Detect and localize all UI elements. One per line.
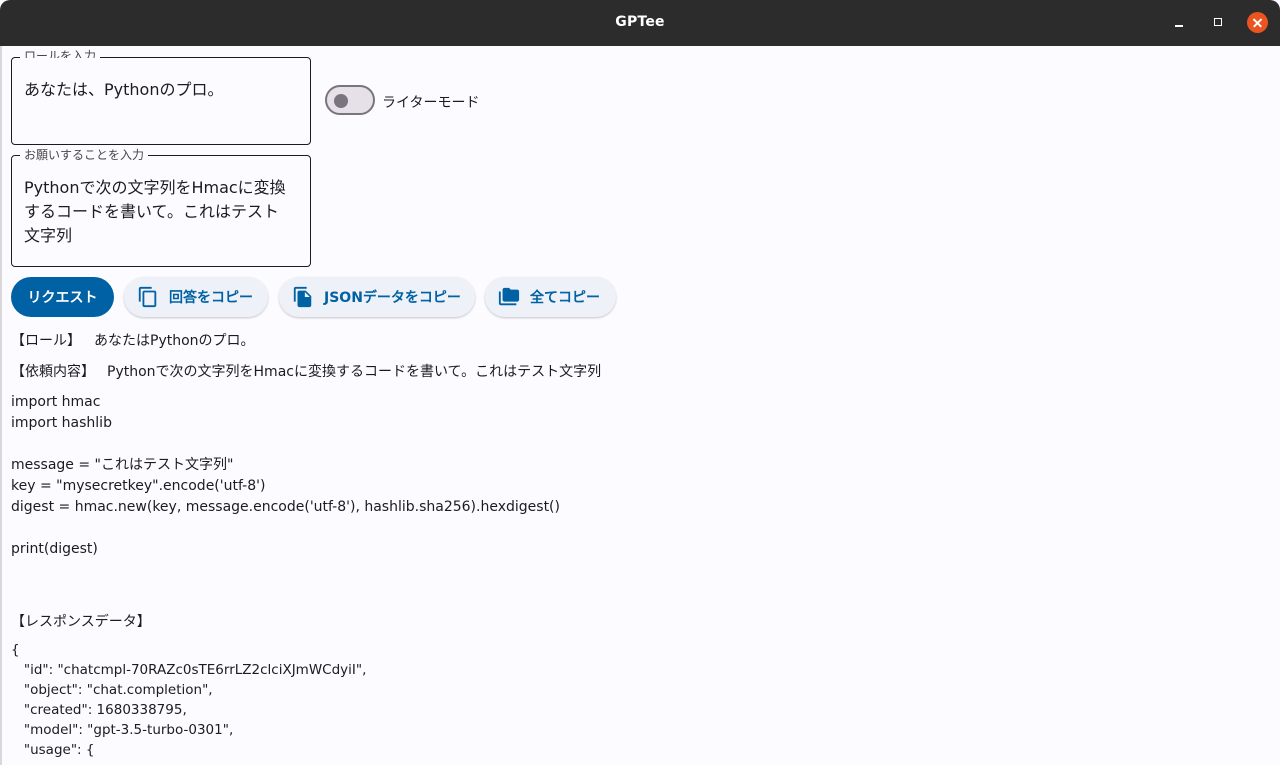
file-copy-icon (293, 286, 312, 308)
writer-mode-toggle[interactable] (325, 85, 375, 115)
title-bar: GPTee (0, 0, 1280, 46)
role-input-value[interactable]: あなたは、Pythonのプロ。 (24, 78, 298, 102)
folder-copy-icon (498, 287, 520, 306)
minimize-icon[interactable] (1170, 13, 1190, 33)
close-icon[interactable] (1247, 12, 1268, 33)
answer-code-block: import hmac import hashlib message = "これ… (11, 394, 560, 557)
response-data-heading: 【レスポンスデータ】 (11, 614, 151, 630)
result-role-row: 【ロール】 あなたはPythonのプロ。 (11, 330, 255, 350)
copy-json-label: JSONデータをコピー (324, 290, 461, 306)
result-role-value: あなたはPythonのプロ。 (94, 333, 255, 349)
role-input[interactable]: ロールを入力 あなたは、Pythonのプロ。 (11, 49, 311, 145)
response-json-block: { "id": "chatcmpl-70RAZc0sTE6rrLZ2clciXJ… (11, 642, 367, 758)
result-request-value: Pythonで次の文字列をHmacに変換するコードを書いて。これはテスト文字列 (107, 364, 602, 380)
request-button[interactable]: リクエスト (11, 277, 114, 317)
result-request-row: 【依頼内容】 Pythonで次の文字列をHmacに変換するコードを書いて。これはテ… (11, 361, 601, 381)
role-input-label: ロールを入力 (20, 49, 101, 58)
request-button-label: リクエスト (27, 290, 98, 306)
window-title: GPTee (615, 14, 665, 30)
result-request-label: 【依頼内容】 (11, 364, 95, 380)
toggle-thumb (334, 94, 348, 108)
copy-icon (138, 286, 157, 308)
writer-mode-label: ライターモード (382, 95, 480, 111)
request-input-value[interactable]: Pythonで次の文字列をHmacに変換 するコードを書いて。これはテスト 文字… (24, 176, 298, 248)
copy-all-label: 全てコピー (530, 290, 600, 306)
copy-answer-button[interactable]: 回答をコピー (124, 277, 268, 317)
copy-all-button[interactable]: 全てコピー (485, 277, 616, 317)
result-role-label: 【ロール】 (11, 333, 81, 349)
copy-answer-label: 回答をコピー (169, 290, 253, 306)
maximize-icon[interactable] (1208, 13, 1228, 33)
copy-json-button[interactable]: JSONデータをコピー (279, 277, 475, 317)
request-input[interactable]: お願いすることを入力 Pythonで次の文字列をHmacに変換 するコードを書い… (11, 148, 311, 267)
window-left-edge (0, 46, 2, 765)
request-input-label: お願いすることを入力 (20, 148, 149, 162)
